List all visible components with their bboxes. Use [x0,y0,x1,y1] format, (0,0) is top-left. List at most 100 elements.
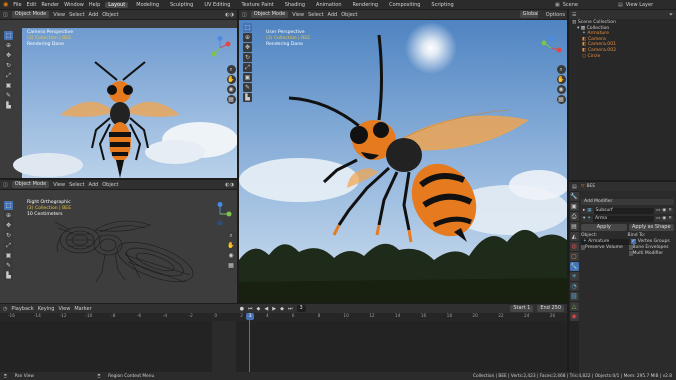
zoom-icon[interactable]: ⌕ [226,65,236,74]
mode-selector[interactable]: Object Mode [250,11,289,18]
menu-window[interactable]: Window [64,2,84,8]
material-tab-icon[interactable]: ◉ [569,312,579,321]
expand-icon[interactable]: ▾ [577,26,579,31]
end-frame-field[interactable]: End 250 [537,305,564,312]
move-icon[interactable]: ✥ [4,51,13,60]
object-menu[interactable]: Object [102,182,118,188]
ortho-toggle-icon[interactable]: ▦ [556,95,566,104]
apply-button[interactable]: Apply [581,224,627,231]
rotate-icon[interactable]: ↻ [243,53,252,62]
select-menu[interactable]: Select [69,182,84,188]
particles-tab-icon[interactable]: ✳ [569,272,579,281]
annotate-icon[interactable]: ✎ [4,91,13,100]
cursor-icon[interactable]: ⊕ [4,41,13,50]
select-box-icon[interactable]: ⬚ [4,31,13,40]
editor-type-icon[interactable]: ◫ [242,12,247,18]
modifier-tab-icon[interactable]: 🔧 [569,262,579,271]
scale-icon[interactable]: ⤢ [4,71,13,80]
tab-rendering[interactable]: Rendering [350,2,382,8]
view-menu[interactable]: View [292,12,304,18]
select-menu[interactable]: Select [69,12,84,18]
scene-tab-icon[interactable]: ◭ [569,232,579,241]
expand-icon[interactable]: ▾ [583,216,585,222]
measure-icon[interactable]: ▙ [4,101,13,110]
rotate-icon[interactable]: ↻ [4,61,13,70]
menu-file[interactable]: File [13,2,21,8]
cursor-icon[interactable]: ⊕ [243,33,252,42]
tab-texture-paint[interactable]: Texture Paint [238,2,276,8]
measure-icon[interactable]: ▙ [243,93,252,102]
jump-start-icon[interactable]: ⏮ [248,306,253,312]
mode-selector[interactable]: Object Mode [11,11,50,18]
transform-icon[interactable]: ▣ [243,73,252,82]
rotate-icon[interactable]: ↻ [4,231,13,240]
move-icon[interactable]: ✥ [243,43,252,52]
tab-compositing[interactable]: Compositing [386,2,423,8]
tab-modeling[interactable]: Modeling [133,2,162,8]
menu-edit[interactable]: Edit [27,2,37,8]
play-icon[interactable]: ▶ [272,306,276,312]
camera-view-icon[interactable]: ◉ [556,85,566,94]
annotate-icon[interactable]: ✎ [243,83,252,92]
view-menu[interactable]: View [53,12,65,18]
constraints-tab-icon[interactable]: ⛓ [569,292,579,301]
camera-view-icon[interactable]: ◉ [226,85,236,94]
select-box-icon[interactable]: ⬚ [4,201,13,210]
menu-help[interactable]: Help [89,2,100,8]
render-toggle-icon[interactable]: ◉ [662,216,666,222]
annotate-icon[interactable]: ✎ [4,261,13,270]
current-frame-field[interactable]: 3 [296,305,306,312]
tab-shading[interactable]: Shading [282,2,308,8]
jump-end-icon[interactable]: ⏭ [288,306,293,312]
editor-type-icon[interactable]: ◫ [3,12,8,18]
view-layer-tab-icon[interactable]: ▤ [569,222,579,231]
tab-scripting[interactable]: Scripting [428,2,456,8]
pan-icon[interactable]: ✋ [226,241,236,250]
render-toggle-icon[interactable]: ◉ [662,208,666,214]
shading-icon[interactable]: ◐◑ [225,182,237,188]
options-button[interactable]: Options [546,12,565,18]
record-icon[interactable]: ● [240,306,244,312]
close-icon[interactable]: ✕ [668,216,672,222]
select-box-icon[interactable]: ⬚ [243,23,252,32]
pan-icon[interactable]: ✋ [556,75,566,84]
measure-icon[interactable]: ▙ [4,271,13,280]
start-frame-field[interactable]: Start 1 [510,305,534,312]
add-menu[interactable]: Add [328,12,338,18]
ortho-toggle-icon[interactable]: ▦ [226,261,236,270]
ortho-toggle-icon[interactable]: ▦ [226,95,236,104]
modifier-name-field[interactable]: Subsurf [593,208,655,214]
select-menu[interactable]: Select [308,12,323,18]
zoom-icon[interactable]: ⌕ [556,65,566,74]
object-menu[interactable]: Object [341,12,357,18]
output-tab-icon[interactable]: ⎙ [569,212,579,221]
move-icon[interactable]: ✥ [4,221,13,230]
tab-uv-editing[interactable]: UV Editing [201,2,233,8]
blender-logo-icon[interactable]: ◉ [3,1,8,8]
realtime-icon[interactable]: ▭ [656,208,660,214]
shading-icon[interactable]: ◐◑ [225,12,237,18]
multi-modifier-check[interactable]: Multi Modifier [628,251,675,257]
viewport-camera[interactable]: ⬚ ⊕ ✥ ↻ ⤢ ▣ ✎ ▙ Camera Perspective (3) C… [0,20,237,178]
data-tab-icon[interactable]: △ [569,302,579,311]
nav-gizmo-main[interactable] [539,36,563,60]
transform-icon[interactable]: ▣ [4,81,13,90]
playhead[interactable]: 3 [246,313,254,320]
add-menu[interactable]: Add [89,12,99,18]
realtime-icon[interactable]: ▭ [656,216,660,222]
tab-animation[interactable]: Animation [313,2,345,8]
properties-editor-icon[interactable]: ▤ [572,184,577,190]
expand-icon[interactable]: ▸ [583,208,585,214]
timeline-editor-icon[interactable]: ◷ [3,306,7,312]
view-menu[interactable]: View [58,306,70,312]
pan-icon[interactable]: ✋ [226,75,236,84]
editor-type-icon[interactable]: ◫ [3,182,8,188]
viewport-wireframe[interactable]: ⬚ ⊕ ✥ ↻ ⤢ ▣ ✎ ▙ Right Orthographic (3) C… [0,190,237,303]
viewport-render[interactable]: ⬚ ⊕ ✥ ↻ ⤢ ▣ ✎ ▙ User Perspective (3) Col… [239,20,567,303]
tool-tab-icon[interactable]: 🔧 [569,192,579,201]
playback-menu[interactable]: Playback [11,306,33,312]
transform-icon[interactable]: ▣ [4,251,13,260]
outliner-item[interactable]: ○ Circle [572,54,673,60]
world-tab-icon[interactable]: ◍ [569,242,579,251]
add-menu[interactable]: Add [89,182,99,188]
